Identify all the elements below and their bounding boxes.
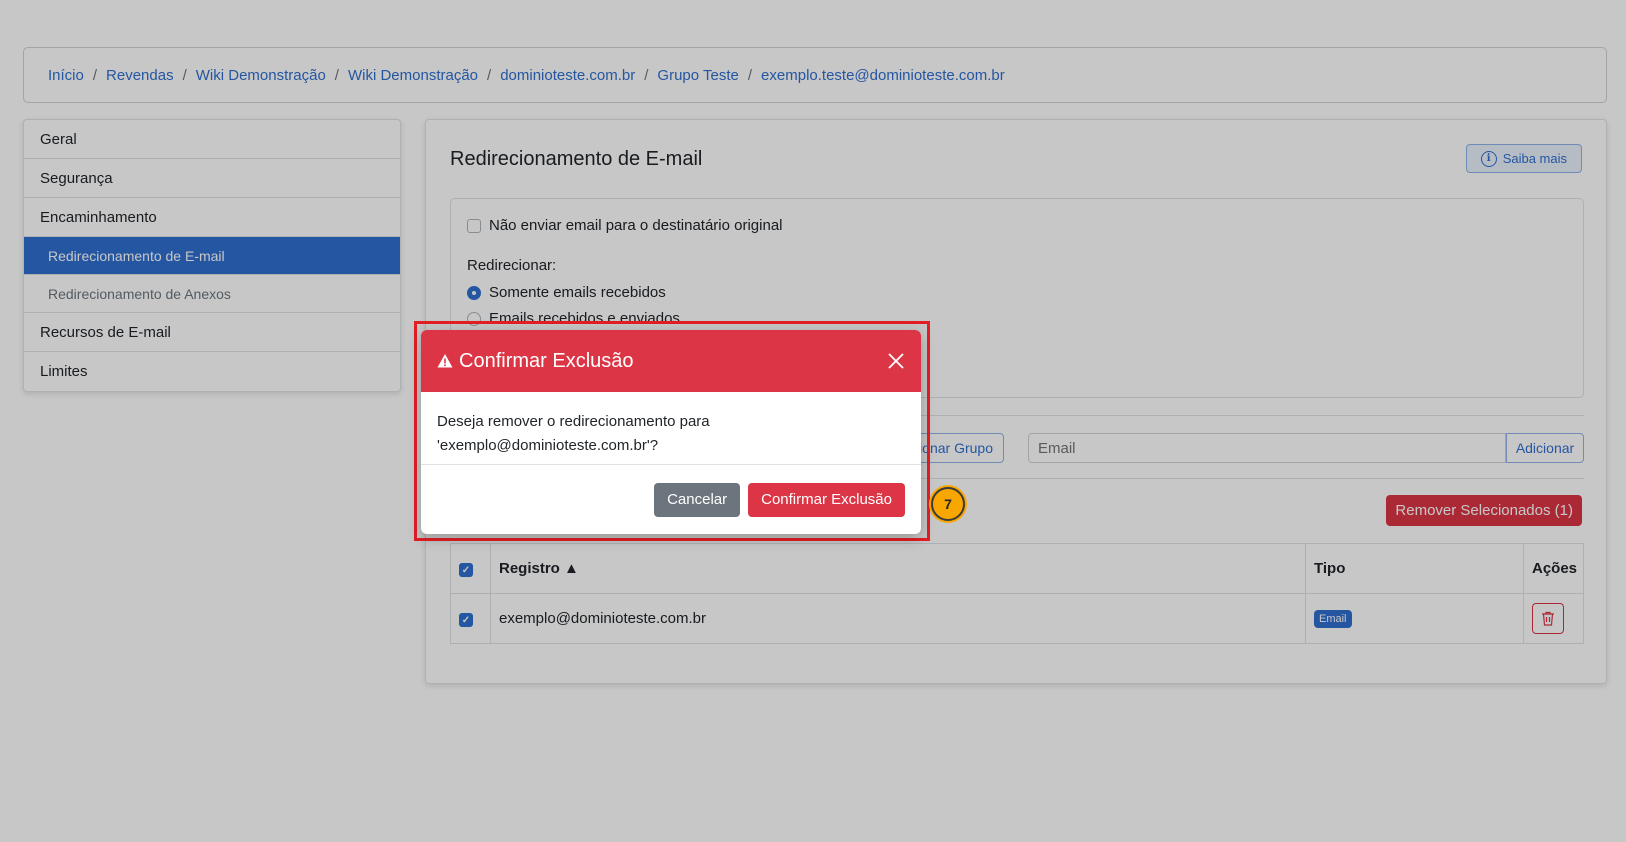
confirm-delete-modal: Confirmar Exclusão Deseja remover o redi…	[421, 330, 921, 534]
modal-body: Deseja remover o redirecionamento para '…	[421, 392, 921, 465]
modal-footer: Cancelar Confirmar Exclusão	[421, 465, 921, 534]
modal-title-text: Confirmar Exclusão	[459, 349, 634, 372]
step-number-badge: 7	[931, 487, 965, 521]
modal-message-line2: 'exemplo@dominioteste.com.br'?	[437, 437, 659, 454]
close-icon[interactable]	[885, 350, 907, 372]
modal-header: Confirmar Exclusão	[421, 330, 921, 392]
modal-title: Confirmar Exclusão	[437, 350, 634, 373]
warning-icon	[437, 354, 453, 368]
cancel-button[interactable]: Cancelar	[654, 482, 741, 517]
modal-message-line1: Deseja remover o redirecionamento para	[437, 413, 710, 430]
confirm-delete-button[interactable]: Confirmar Exclusão	[748, 482, 905, 517]
